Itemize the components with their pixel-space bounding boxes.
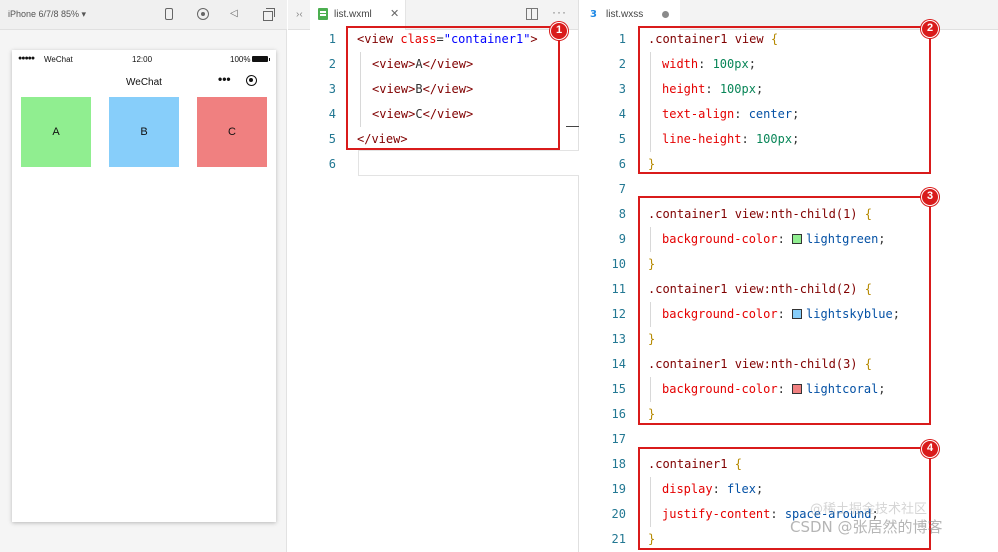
window-icon[interactable]: [263, 8, 275, 21]
line-number: 5: [328, 132, 336, 146]
line-number: 19: [611, 482, 626, 496]
line-number: 1: [618, 32, 626, 46]
line-number: 12: [611, 307, 626, 321]
annotation-box-2: [638, 26, 931, 174]
simulator-toolbar: iPhone 6/7/8 85% ▾ ◁: [0, 0, 287, 30]
line-number: 3: [618, 82, 626, 96]
line-number: 14: [611, 357, 626, 371]
navigation-bar: WeChat •••: [12, 68, 276, 96]
line-number: 7: [618, 182, 626, 196]
status-time: 12:00: [132, 55, 153, 64]
tab-label: list.wxss: [606, 9, 644, 20]
line-number: 11: [611, 282, 626, 296]
line-number: 4: [618, 107, 626, 121]
line-number: 16: [611, 407, 626, 421]
flex-container: A B C: [12, 97, 276, 167]
line-number: 5: [618, 132, 626, 146]
line-number: 20: [611, 507, 626, 521]
annotation-badge-1: 1: [550, 22, 568, 40]
carrier-label: WeChat: [44, 55, 73, 64]
phone-icon[interactable]: [165, 8, 173, 20]
battery-percent: 100%: [230, 55, 251, 64]
split-editor-icon[interactable]: [526, 8, 538, 20]
line-number: 3: [328, 82, 336, 96]
annotation-badge-2: 2: [921, 20, 939, 38]
line-number: 18: [611, 457, 626, 471]
box-c: C: [197, 97, 267, 167]
line-number: 2: [328, 57, 336, 71]
watermark: CSDN @张居然的博客: [790, 518, 943, 536]
line-number: 8: [618, 207, 626, 221]
line-number: 4: [328, 107, 336, 121]
annotation-box-1: [346, 26, 560, 150]
wxml-file-icon: [318, 8, 328, 20]
annotation-box-3: [638, 196, 931, 425]
line-number: 2: [618, 57, 626, 71]
tab-label: list.wxml: [334, 9, 372, 20]
menu-capsule: •••: [208, 70, 270, 92]
record-icon[interactable]: [197, 8, 209, 20]
unsaved-dot-icon[interactable]: [662, 11, 669, 18]
suggest-widget: [358, 150, 579, 176]
watermark-overlay: @稀土掘金技术社区: [810, 502, 928, 517]
line-number: 17: [611, 432, 626, 446]
wxss-editor: 3 list.wxss 1 2 3 4 5 6 7 8 9 10 11 12 1…: [580, 0, 998, 552]
line-number: 6: [328, 157, 336, 171]
device-selector[interactable]: iPhone 6/7/8 85% ▾: [8, 9, 86, 20]
signal-icon: ●●●●●: [18, 55, 35, 62]
line-number: 1: [328, 32, 336, 46]
simulator-panel: iPhone 6/7/8 85% ▾ ◁ ●●●●● WeChat 12:00 …: [0, 0, 287, 552]
box-b: B: [109, 97, 179, 167]
line-number: 21: [611, 532, 626, 546]
battery-icon: [252, 56, 270, 62]
line-number: 6: [618, 157, 626, 171]
close-target-icon[interactable]: [246, 75, 257, 86]
close-icon[interactable]: ✕: [390, 7, 399, 20]
line-number: 15: [611, 382, 626, 396]
annotation-badge-4: 4: [921, 440, 939, 458]
box-a: A: [21, 97, 91, 167]
cursor-mark: [566, 126, 579, 127]
phone-screen: ●●●●● WeChat 12:00 100% WeChat ••• A B C: [12, 50, 276, 522]
sound-icon[interactable]: ◁: [230, 8, 242, 20]
line-number: 13: [611, 332, 626, 346]
status-bar: ●●●●● WeChat 12:00 100%: [12, 50, 276, 68]
css-file-icon: 3: [590, 9, 597, 20]
more-dots-icon[interactable]: •••: [218, 72, 231, 86]
annotation-badge-3: 3: [921, 188, 939, 206]
line-number: 10: [611, 257, 626, 271]
more-icon[interactable]: ···: [552, 5, 567, 19]
back-icon[interactable]: ›‹: [296, 9, 303, 20]
wxml-editor: ›‹ list.wxml ✕ ··· 1 2 3 4 5 6 <view cla…: [288, 0, 579, 552]
line-number: 9: [618, 232, 626, 246]
